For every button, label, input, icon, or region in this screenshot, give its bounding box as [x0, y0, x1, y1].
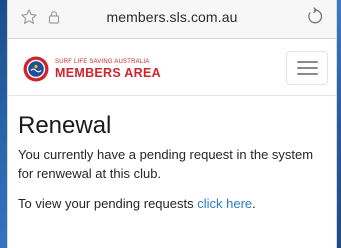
browser-window: members.sls.com.au SURF LIFE SAVING AUST… [7, 0, 337, 248]
page-title: Renewal [18, 112, 112, 139]
site-header: SURF LIFE SAVING AUSTRALIA MEMBERS AREA [8, 39, 336, 96]
pending-message: You currently have a pending request in … [18, 147, 314, 181]
view-requests-text: To view your pending requests click here… [18, 194, 326, 213]
view-requests-suffix: . [252, 196, 256, 211]
reload-icon[interactable] [305, 7, 324, 26]
hamburger-icon [297, 61, 318, 63]
view-requests-prefix: To view your pending requests [18, 196, 198, 211]
sls-logo-icon[interactable] [23, 56, 49, 82]
org-name: SURF LIFE SAVING AUSTRALIA [55, 59, 150, 65]
url-text[interactable]: members.sls.com.au [8, 9, 336, 25]
address-bar: members.sls.com.au [8, 0, 336, 39]
menu-button[interactable] [286, 51, 328, 85]
main-content: Renewal You currently have a pending req… [8, 96, 336, 213]
members-area-title[interactable]: MEMBERS AREA [55, 66, 161, 80]
click-here-link[interactable]: click here [197, 196, 252, 211]
